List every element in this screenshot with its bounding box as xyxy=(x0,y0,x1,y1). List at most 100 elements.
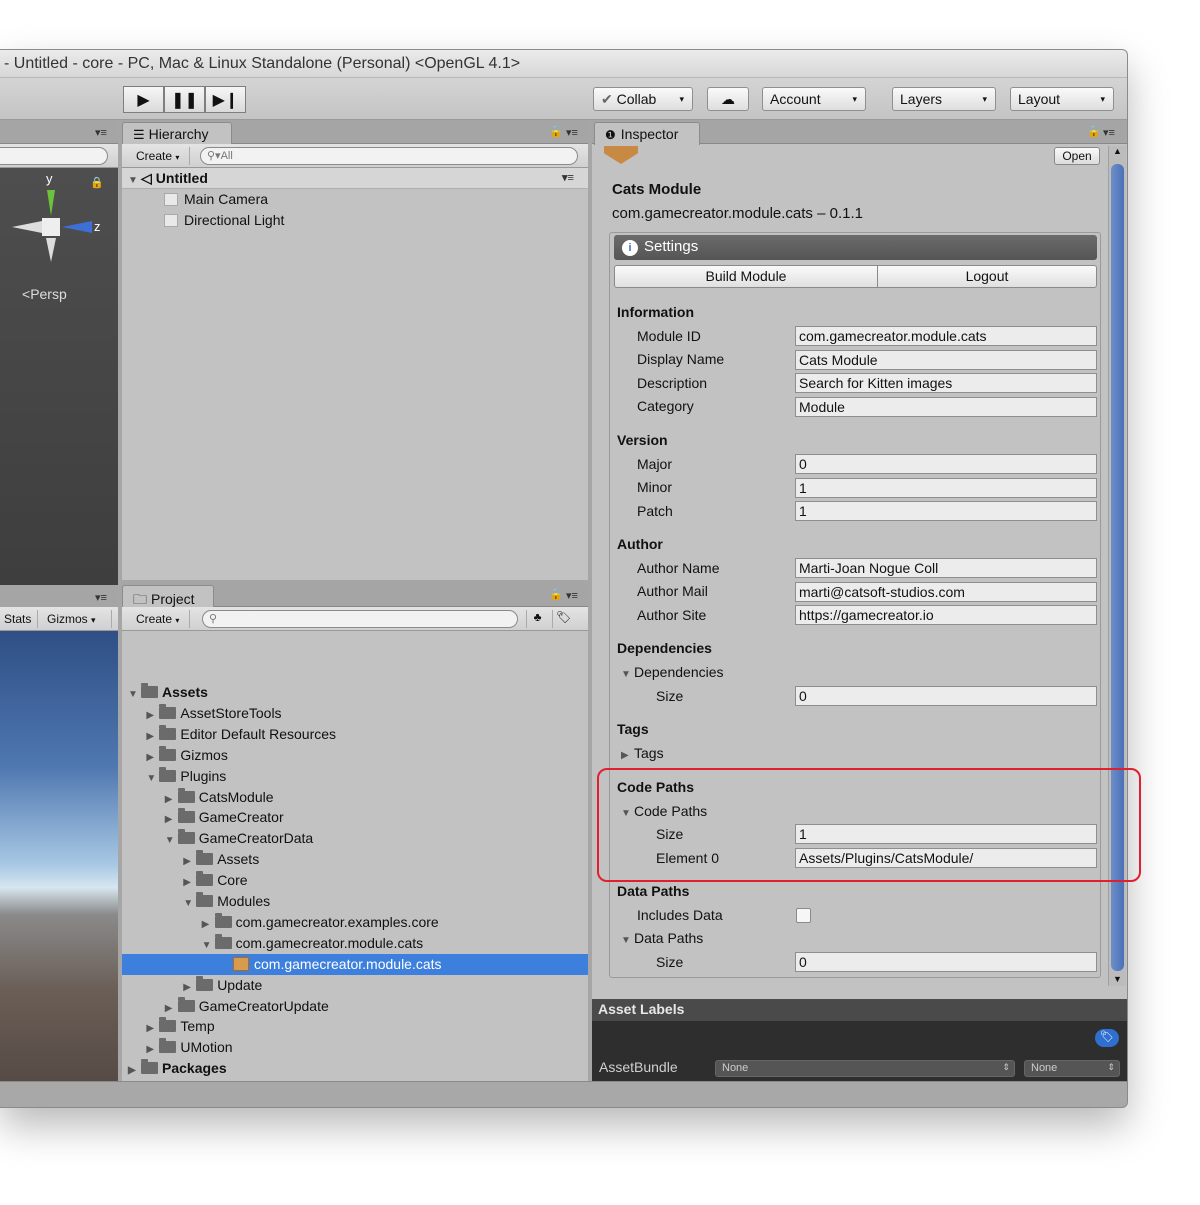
author-mail-field[interactable]: marti@catsoft-studios.com xyxy=(795,582,1097,602)
includes-data-checkbox[interactable] xyxy=(796,908,811,923)
tri-closed-icon[interactable]: ▶ xyxy=(202,914,215,935)
tri-closed-icon[interactable]: ▶ xyxy=(146,726,159,747)
tri-closed-icon[interactable]: ▶ xyxy=(146,705,159,726)
tab-inspector[interactable]: ❶ Inspector xyxy=(594,122,700,145)
tri-closed-icon[interactable]: ▶ xyxy=(165,809,178,830)
project-item[interactable]: ▼ GameCreatorData xyxy=(122,828,588,849)
dependencies-foldout[interactable]: ▼ Dependencies xyxy=(621,661,724,683)
hierarchy-search-input[interactable]: ⚲▾All xyxy=(200,147,578,165)
author-site-field[interactable]: https://gamecreator.io xyxy=(795,605,1097,625)
gizmo-y-axis[interactable] xyxy=(47,190,55,216)
tab-project[interactable]: 🗀 Project xyxy=(122,585,214,608)
stats-button[interactable]: Stats xyxy=(0,610,38,628)
dependencies-size-field[interactable]: 0 xyxy=(795,686,1097,706)
project-item[interactable]: ▶ Update xyxy=(122,975,588,996)
tri-open-icon[interactable]: ▼ xyxy=(128,170,141,191)
project-item[interactable]: ▶ Temp xyxy=(122,1016,588,1037)
author-name-field[interactable]: Marti-Joan Nogue Coll xyxy=(795,558,1097,578)
panel-menu-icon[interactable]: ▾≡ xyxy=(566,126,578,139)
cloud-button[interactable]: ☁ xyxy=(707,87,749,111)
tri-closed-icon[interactable]: ▶ xyxy=(128,1060,141,1081)
project-item[interactable]: ▶ com.gamecreator.examples.core xyxy=(122,912,588,933)
account-button[interactable]: Account ▾ xyxy=(762,87,866,111)
pause-icon[interactable]: ❚❚ xyxy=(164,86,205,113)
build-module-button[interactable]: Build Module xyxy=(614,265,878,288)
gizmos-button[interactable]: Gizmos ▾ xyxy=(39,610,112,628)
lock-icon[interactable]: 🔒 xyxy=(90,176,104,189)
game-canvas[interactable] xyxy=(0,631,118,1081)
layout-button[interactable]: Layout ▾ xyxy=(1010,87,1114,111)
project-item[interactable]: ▼ Assets xyxy=(122,682,588,703)
gizmo-neg-y[interactable] xyxy=(46,238,56,262)
panel-menu-icon[interactable]: ▾≡ xyxy=(95,591,107,604)
project-item[interactable]: ▶ Gizmos xyxy=(122,745,588,766)
gizmo-center[interactable] xyxy=(42,218,60,236)
bundle-name-dropdown[interactable]: None ⇕ xyxy=(715,1060,1015,1077)
filter-type-icon[interactable]: ♣ xyxy=(526,610,548,628)
layers-button[interactable]: Layers ▾ xyxy=(892,87,996,111)
project-item[interactable]: ▼ Modules xyxy=(122,891,588,912)
description-field[interactable]: Search for Kitten images xyxy=(795,373,1097,393)
tri-closed-icon[interactable]: ▶ xyxy=(165,998,178,1019)
scene-view[interactable]: ▾≡ y 🔒 z <Persp xyxy=(0,120,118,585)
hierarchy-item-main-camera[interactable]: Main Camera xyxy=(164,189,268,210)
tri-closed-icon[interactable]: ▶ xyxy=(183,872,196,893)
step-icon[interactable]: ▶❙ xyxy=(205,86,246,113)
lock-icon[interactable]: 🔒 xyxy=(1087,125,1101,138)
hierarchy-item-directional-light[interactable]: Directional Light xyxy=(164,210,284,231)
game-view[interactable]: ▾≡ Stats Gizmos ▾ xyxy=(0,585,118,1081)
tri-open-icon[interactable]: ▼ xyxy=(202,935,215,956)
collab-button[interactable]: ✔ Collab ▾ xyxy=(593,87,693,111)
panel-menu-icon[interactable]: ▾≡ xyxy=(566,589,578,602)
project-item[interactable]: ▼ com.gamecreator.module.cats xyxy=(122,933,588,954)
filter-label-icon[interactable]: 🏷 xyxy=(552,610,574,628)
tri-closed-icon[interactable]: ▶ xyxy=(183,977,196,998)
tri-closed-icon[interactable]: ▶ xyxy=(146,747,159,768)
scene-search-input[interactable] xyxy=(0,147,108,165)
lock-icon[interactable]: 🔒 xyxy=(549,125,563,138)
major-field[interactable]: 0 xyxy=(795,454,1097,474)
project-item[interactable]: ▶ AssetStoreTools xyxy=(122,703,588,724)
project-item[interactable]: ▶ Editor Default Resources xyxy=(122,724,588,745)
panel-menu-icon[interactable]: ▾≡ xyxy=(1103,126,1115,139)
project-item[interactable]: ▶ Assets xyxy=(122,849,588,870)
project-item[interactable]: ▶ GameCreator xyxy=(122,807,588,828)
panel-menu-icon[interactable]: ▾≡ xyxy=(95,126,107,139)
module-id-field[interactable]: com.gamecreator.module.cats xyxy=(795,326,1097,346)
tri-open-icon[interactable]: ▼ xyxy=(128,684,141,705)
hierarchy-create-button[interactable]: Create ▾ xyxy=(128,147,190,165)
data-paths-foldout[interactable]: ▼ Data Paths xyxy=(621,927,703,949)
tri-closed-icon[interactable]: ▶ xyxy=(183,851,196,872)
scene-canvas[interactable]: y 🔒 z <Persp xyxy=(0,168,118,585)
scroll-down-icon[interactable]: ▼ xyxy=(1113,974,1122,984)
project-item[interactable]: ▶ UMotion xyxy=(122,1037,588,1058)
project-search-input[interactable]: ⚲ xyxy=(202,610,518,628)
gizmo-z-axis[interactable] xyxy=(62,221,92,233)
tri-closed-icon[interactable]: ▶ xyxy=(146,1039,159,1060)
project-item[interactable]: ▶ CatsModule xyxy=(122,787,588,808)
project-item[interactable]: ▼ Plugins xyxy=(122,766,588,787)
persp-label[interactable]: <Persp xyxy=(22,286,67,302)
scene-menu-icon[interactable]: ▾≡ xyxy=(562,168,574,189)
settings-header[interactable]: i Settings xyxy=(614,235,1097,260)
project-create-button[interactable]: Create ▾ xyxy=(128,610,190,628)
tags-foldout[interactable]: ▶ Tags xyxy=(621,742,664,764)
open-button[interactable]: Open xyxy=(1054,147,1100,165)
bundle-variant-dropdown[interactable]: None ⇕ xyxy=(1024,1060,1120,1077)
scroll-up-icon[interactable]: ▲ xyxy=(1113,146,1122,156)
display-name-field[interactable]: Cats Module xyxy=(795,350,1097,370)
tag-icon[interactable]: 🏷 xyxy=(1095,1029,1119,1047)
project-item-selected[interactable]: com.gamecreator.module.cats xyxy=(122,953,588,975)
category-field[interactable]: Module xyxy=(795,397,1097,417)
tri-open-icon[interactable]: ▼ xyxy=(146,768,159,789)
tab-hierarchy[interactable]: ☰ Hierarchy xyxy=(122,122,232,145)
tri-closed-icon[interactable]: ▶ xyxy=(146,1018,159,1039)
patch-field[interactable]: 1 xyxy=(795,501,1097,521)
gizmo-x-axis[interactable] xyxy=(12,221,42,233)
project-item[interactable]: ▶ GameCreatorUpdate xyxy=(122,996,588,1017)
play-icon[interactable]: ▶ xyxy=(123,86,164,113)
data-paths-size-field[interactable]: 0 xyxy=(795,952,1097,972)
minor-field[interactable]: 1 xyxy=(795,478,1097,498)
tri-open-icon[interactable]: ▼ xyxy=(183,893,196,914)
project-item[interactable]: ▶ Packages xyxy=(122,1058,588,1079)
